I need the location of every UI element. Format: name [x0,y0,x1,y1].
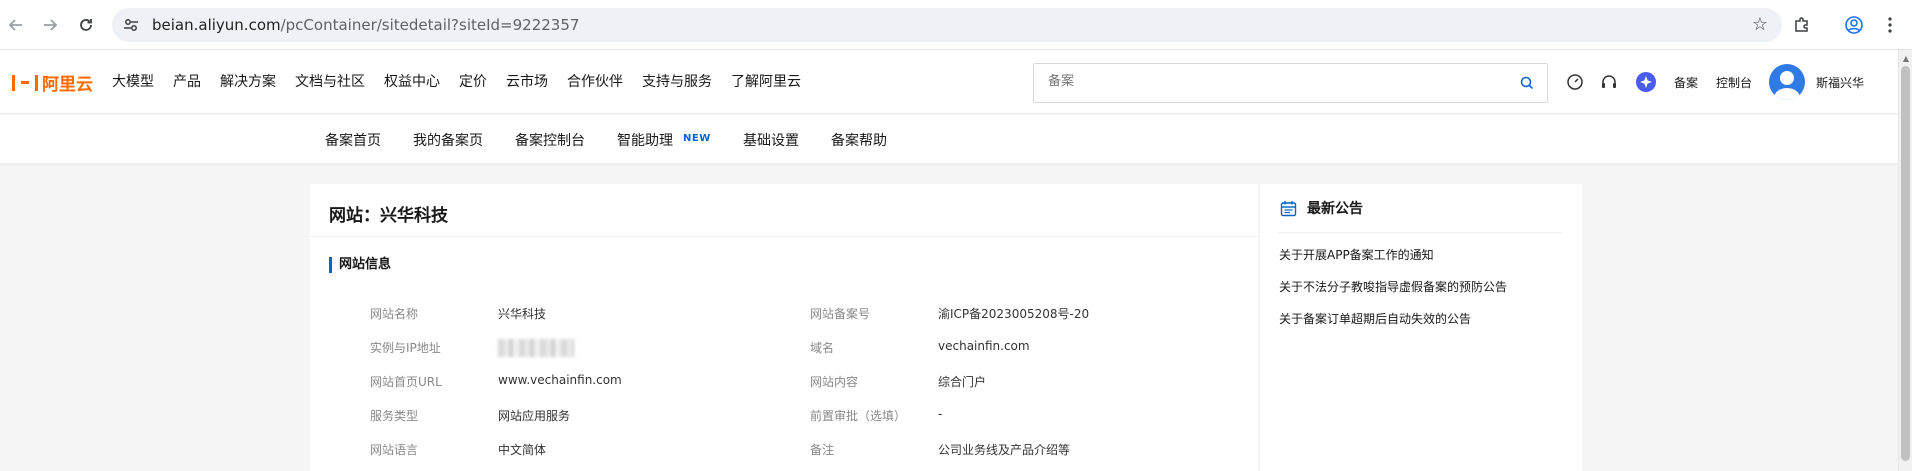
announcement-link[interactable]: 关于备案订单超期后自动失效的公告 [1279,310,1471,327]
field-value: - [938,407,943,421]
avatar[interactable] [1769,64,1805,100]
aliyun-logo-mark-icon [12,74,38,91]
browser-toolbar: beian.aliyun.com/pcContainer/sitedetail?… [0,0,1912,50]
site-header: 阿里云 大模型 产品 解决方案 文档与社区 权益中心 定价 云市场 合作伙伴 支… [0,50,1898,114]
nav-item[interactable]: 了解阿里云 [731,71,801,91]
scroll-up-arrow-icon[interactable]: ▲ [1903,54,1909,63]
nav-item[interactable]: 定价 [459,71,487,91]
field-label: 网站首页URL [370,375,442,389]
new-badge: NEW [683,133,711,144]
divider [1278,232,1562,233]
subnav-item-help[interactable]: 备案帮助 [831,130,887,150]
field-label: 网站语言 [370,443,419,457]
main-nav: 大模型 产品 解决方案 文档与社区 权益中心 定价 云市场 合作伙伴 支持与服务… [112,71,820,91]
nav-item[interactable]: 权益中心 [384,71,440,91]
field-label: 网站备案号 [810,307,871,321]
field-value: 中文简体 [498,443,547,457]
username[interactable]: 斯福兴华 [1816,74,1864,91]
nav-item[interactable]: 合作伙伴 [567,71,623,91]
profile-icon[interactable] [1842,13,1866,37]
bookmark-star-icon[interactable]: ☆ [1752,14,1768,35]
field-label: 网站内容 [810,375,859,389]
url-path: /pcContainer/sitedetail?siteId=9222357 [280,16,580,34]
beian-sub-nav: 备案首页 我的备案页 备案控制台 智能助理 NEW 基础设置 备案帮助 [0,115,1898,163]
nav-item[interactable]: 大模型 [112,71,154,91]
nav-item[interactable]: 产品 [173,71,201,91]
field-value: www.vechainfin.com [498,373,622,387]
header-beian-link[interactable]: 备案 [1674,74,1698,91]
scrollbar-thumb[interactable] [1901,66,1910,461]
subnav-item-console[interactable]: 备案控制台 [515,130,585,150]
header-console-link[interactable]: 控制台 [1716,74,1752,91]
site-detail-panel: 网站：兴华科技 网站信息 [310,184,1258,471]
announcement-title: 最新公告 [1307,201,1363,217]
field-value: 兴华科技 [498,307,547,321]
logo-text: 阿里云 [42,75,93,95]
field-value: 公司业务线及产品介绍等 [938,443,1071,457]
nav-item[interactable]: 文档与社区 [295,71,365,91]
section-title: 网站信息 [329,257,391,273]
nav-item[interactable]: 解决方案 [220,71,276,91]
site-info-icon[interactable] [122,16,140,34]
field-value: 网站应用服务 [498,409,571,423]
subnav-item-settings[interactable]: 基础设置 [743,130,799,150]
search-input[interactable] [1048,74,1488,89]
field-value: 渝ICP备2023005208号-20 [938,307,1090,321]
address-bar[interactable]: beian.aliyun.com/pcContainer/sitedetail?… [112,8,1782,42]
subnav-item-assistant[interactable]: 智能助理 [617,130,673,150]
forward-icon[interactable] [38,13,62,37]
search-box [1033,63,1548,103]
url-host: beian.aliyun.com [152,16,281,34]
reload-icon[interactable] [74,13,98,37]
ai-assistant-icon[interactable] [1636,72,1656,92]
browser-menu-icon[interactable] [1878,13,1902,37]
divider [310,236,1258,237]
field-label: 实例与IP地址 [370,341,441,355]
calendar-icon [1280,200,1297,216]
aliyun-logo[interactable]: 阿里云 [12,70,93,95]
page-title: 网站：兴华科技 [329,206,448,226]
gauge-icon[interactable] [1566,73,1584,91]
field-label: 备注 [810,443,835,457]
field-value: 综合门户 [938,375,987,389]
announcement-panel: 最新公告 关于开展APP备案工作的通知 关于不法分子教唆指导虚假备案的预防公告 … [1260,184,1582,471]
headset-icon[interactable] [1600,73,1618,91]
nav-item[interactable]: 支持与服务 [642,71,712,91]
field-label: 域名 [810,341,835,355]
field-label: 网站名称 [370,307,419,321]
nav-item[interactable]: 云市场 [506,71,548,91]
url-text: beian.aliyun.com/pcContainer/sitedetail?… [152,16,579,34]
extensions-icon[interactable] [1790,13,1814,37]
redacted-ip-value [498,339,574,357]
field-label: 前置审批（选填） [810,409,907,423]
back-icon[interactable] [4,13,28,37]
field-value: vechainfin.com [938,339,1030,353]
subnav-item-my-beian[interactable]: 我的备案页 [413,130,483,150]
announcement-header: 最新公告 [1280,198,1363,218]
announcement-link[interactable]: 关于不法分子教唆指导虚假备案的预防公告 [1279,278,1507,295]
search-icon[interactable] [1519,75,1535,91]
announcement-link[interactable]: 关于开展APP备案工作的通知 [1279,246,1434,263]
field-label: 服务类型 [370,409,419,423]
subnav-item-home[interactable]: 备案首页 [325,130,381,150]
